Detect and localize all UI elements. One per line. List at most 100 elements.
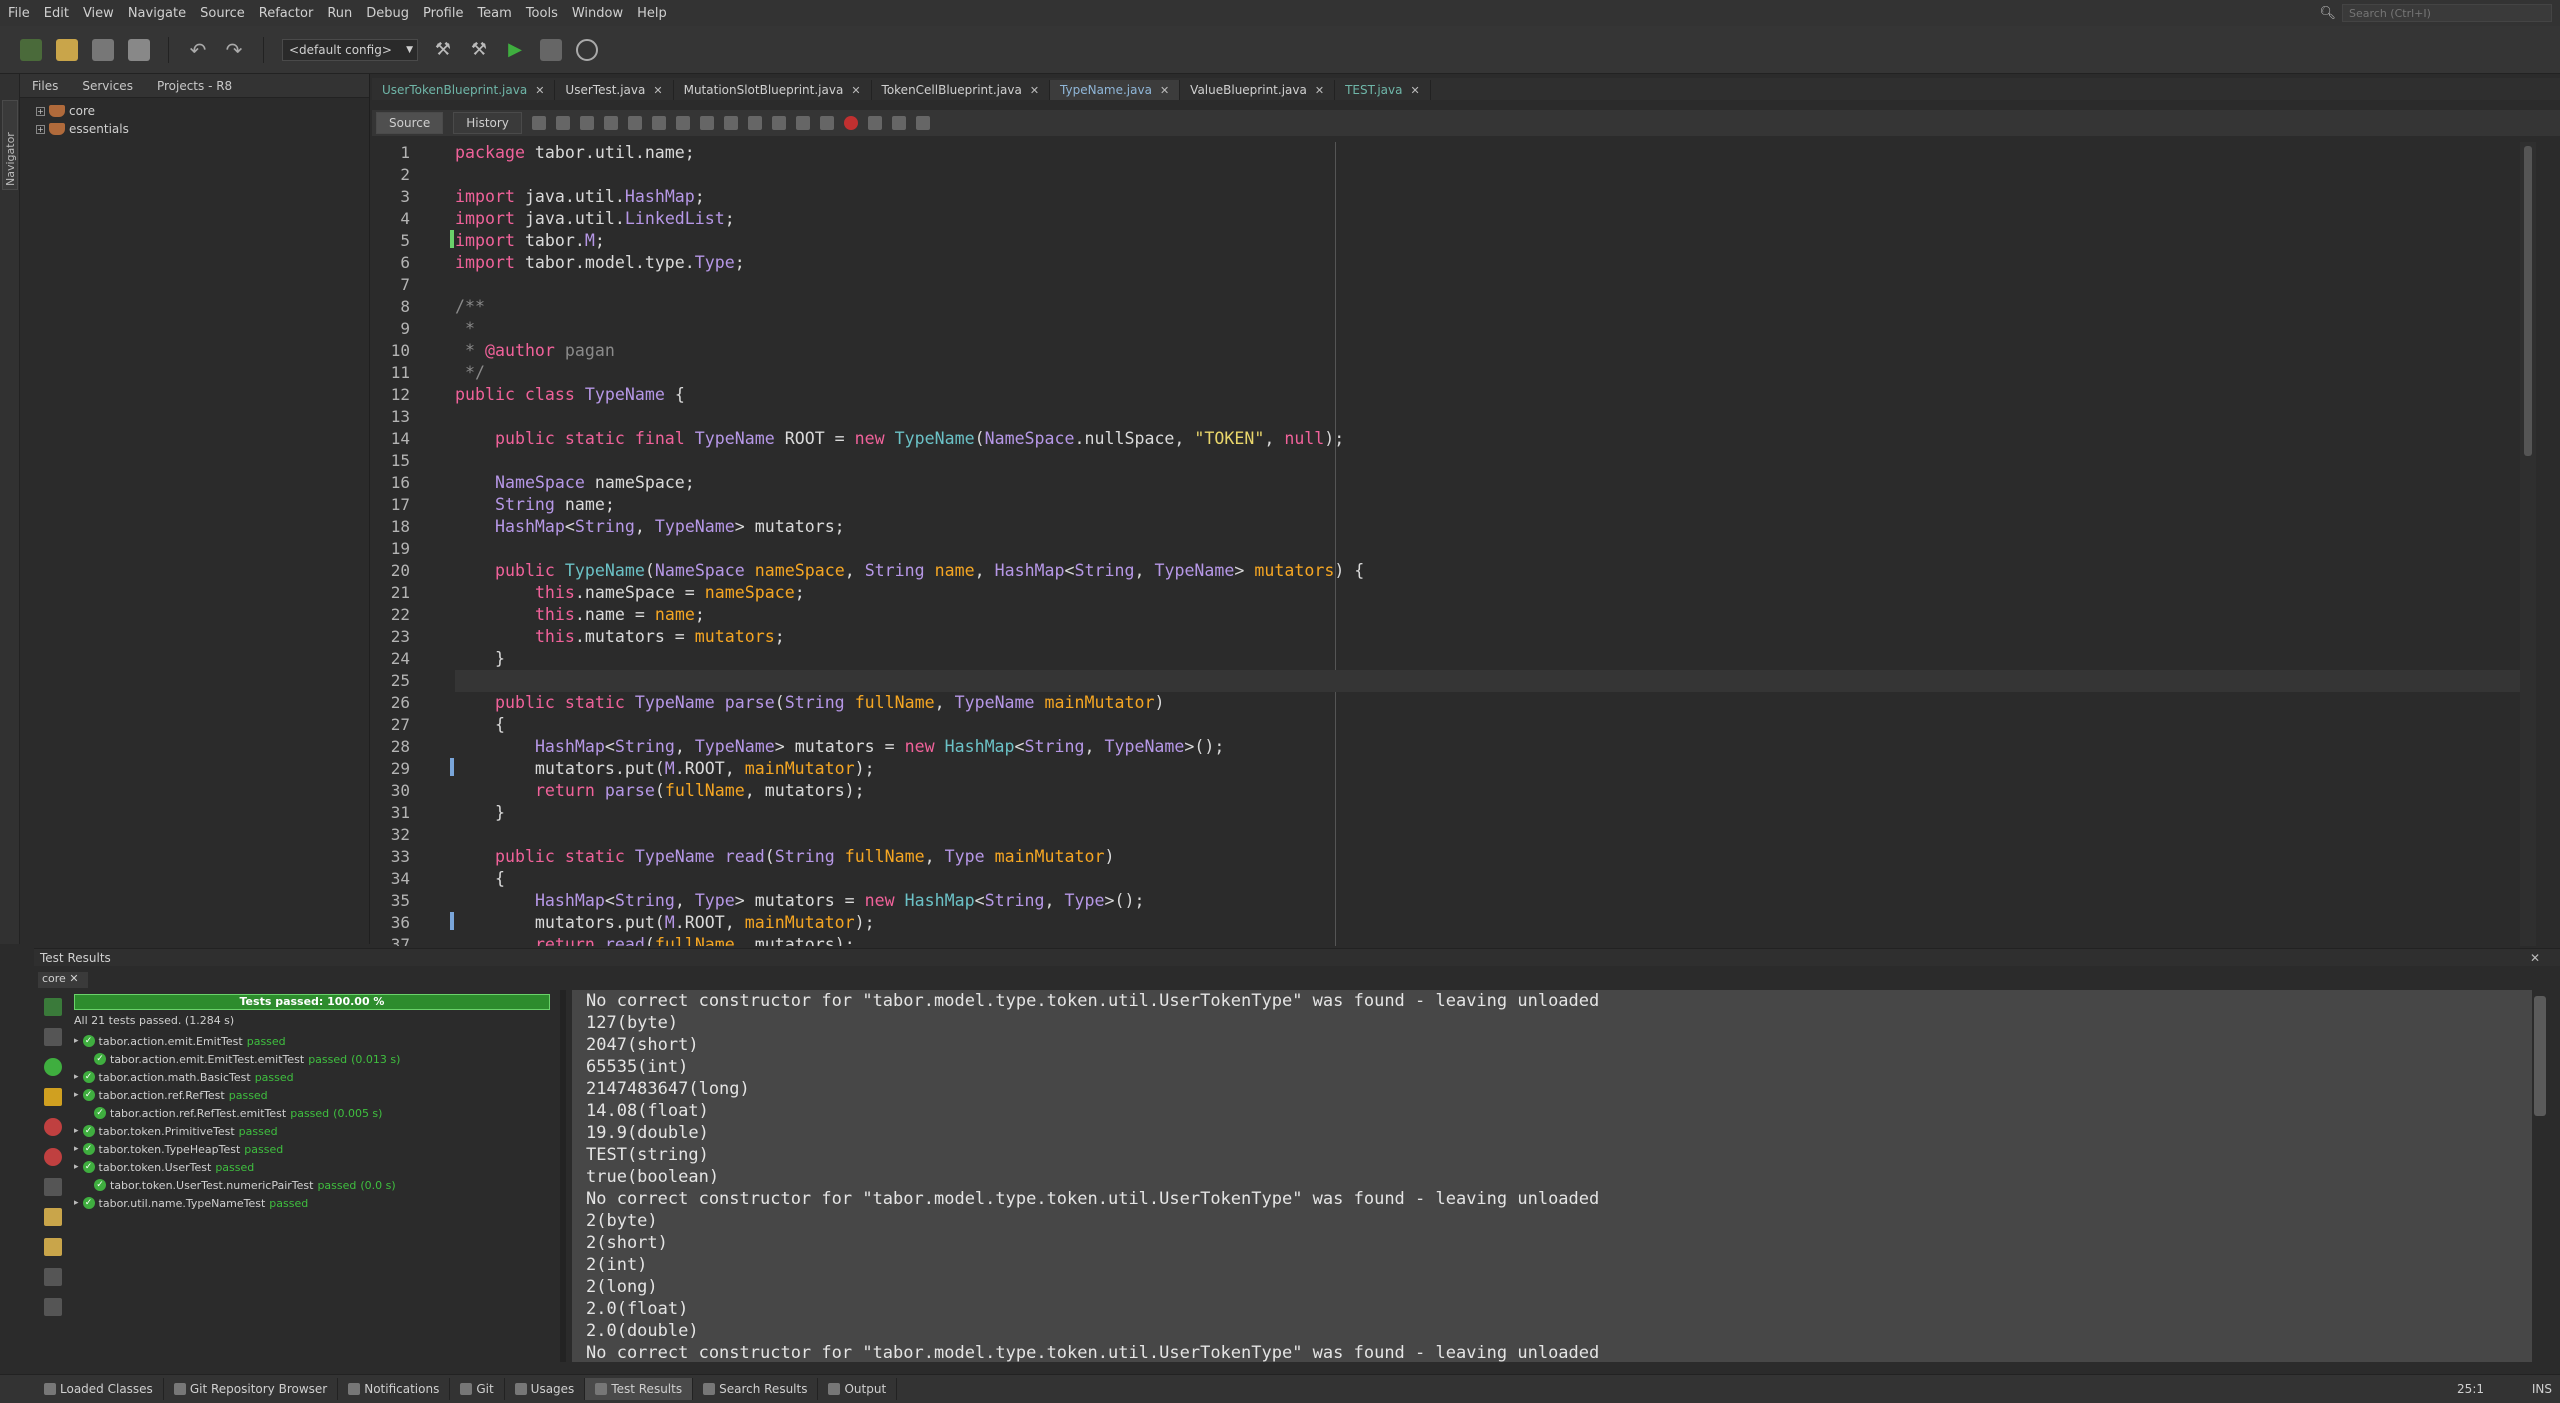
editor-tab[interactable]: TypeName.java ✕ [1050, 80, 1181, 100]
expand-icon[interactable]: ▸ [74, 1072, 79, 1082]
menu-debug[interactable]: Debug [366, 6, 419, 21]
menu-refactor[interactable]: Refactor [259, 6, 324, 21]
test-row[interactable]: ▸ ✓ tabor.action.math.BasicTest passed [74, 1068, 298, 1086]
tab-history[interactable]: History [453, 112, 522, 134]
undo-icon[interactable]: ↶ [187, 39, 209, 61]
editor-tab[interactable]: UserTest.java ✕ [555, 80, 674, 100]
next-bookmark-icon[interactable] [747, 116, 762, 130]
test-output-console[interactable]: No correct constructor for "tabor.model.… [572, 990, 2532, 1362]
status-tab-output[interactable]: Output [818, 1378, 898, 1400]
profile-icon[interactable] [576, 38, 598, 61]
test-row[interactable]: ✓ tabor.token.UserTest.numericPairTest pas… [94, 1176, 396, 1194]
status-tab-usages[interactable]: Usages [505, 1378, 586, 1400]
output-scrollbar[interactable] [2534, 996, 2546, 1116]
editor-tab[interactable]: TEST.java ✕ [1335, 80, 1431, 100]
status-tab-loaded-classes[interactable]: Loaded Classes [34, 1378, 164, 1400]
code-editor[interactable]: 1 2 3 4 5 6 7 8 9 10 11 12 13 14 15 16 17 18 19 20 21 22 23 24 2… [372, 142, 2560, 946]
show-warnings-icon[interactable] [44, 1088, 62, 1106]
editor-scroll-thumb[interactable] [2524, 146, 2532, 456]
show-skipped-icon[interactable] [44, 1178, 62, 1196]
shift-left-icon[interactable] [795, 116, 810, 130]
menu-edit[interactable]: Edit [44, 6, 79, 21]
menu-tools[interactable]: Tools [526, 6, 568, 21]
config-select[interactable]: <default config> ▼ [282, 38, 418, 61]
menu-help[interactable]: Help [637, 6, 677, 21]
status-tab-notifications[interactable]: Notifications [338, 1378, 451, 1400]
status-tab-search-results[interactable]: Search Results [693, 1378, 819, 1400]
find-previous-icon[interactable] [627, 116, 642, 130]
rerun-icon[interactable] [44, 998, 62, 1016]
test-row[interactable]: ▸ ✓ tabor.action.ref.RefTest passed [74, 1086, 272, 1104]
test-row[interactable]: ▸ ✓ tabor.token.TypeHeapTest passed [74, 1140, 287, 1158]
close-icon[interactable]: ✕ [1410, 84, 1419, 97]
expand-icon[interactable]: + [36, 106, 45, 116]
status-tab-test-results[interactable]: Test Results [585, 1378, 694, 1400]
expand-icon[interactable]: ▸ [74, 1162, 79, 1172]
save-all-icon[interactable] [128, 38, 150, 61]
run-icon[interactable]: ▶ [504, 39, 526, 61]
export-icon[interactable] [44, 1298, 62, 1316]
back-icon[interactable] [555, 116, 570, 130]
menu-profile[interactable]: Profile [423, 6, 473, 21]
close-icon[interactable]: ✕ [69, 972, 78, 985]
tab-projects-r8[interactable]: Projects - R8 [145, 79, 244, 93]
build-icon[interactable]: ⚒ [432, 39, 454, 61]
menu-run[interactable]: Run [327, 6, 362, 21]
menu-team[interactable]: Team [477, 6, 521, 21]
tab-files[interactable]: Files [20, 79, 70, 93]
test-row[interactable]: ✓ tabor.action.ref.RefTest.emitTest passed… [94, 1104, 382, 1122]
close-icon[interactable]: ✕ [653, 84, 662, 97]
stop-macro-icon[interactable] [867, 116, 882, 130]
previous-failure-icon[interactable] [44, 1208, 62, 1226]
project-node-core[interactable]: + core [20, 102, 369, 120]
editor-tab[interactable]: MutationSlotBlueprint.java ✕ [674, 80, 872, 100]
test-row[interactable]: ▸ ✓ tabor.util.name.TypeNameTest passed [74, 1194, 312, 1212]
show-failed-icon[interactable] [44, 1118, 62, 1136]
project-node-essentials[interactable]: + essentials [20, 120, 369, 138]
comment-icon[interactable] [891, 116, 906, 130]
close-icon[interactable]: ✕ [1030, 84, 1039, 97]
expand-icon[interactable]: ▸ [74, 1126, 79, 1136]
close-icon[interactable]: ✕ [1160, 84, 1169, 97]
rerun-failed-icon[interactable] [44, 1028, 62, 1046]
toggle-bookmark-icon[interactable] [771, 116, 786, 130]
toggle-rect-select-icon[interactable] [699, 116, 714, 130]
settings-icon[interactable] [44, 1268, 62, 1286]
menu-window[interactable]: Window [572, 6, 633, 21]
redo-icon[interactable]: ↷ [223, 39, 245, 61]
test-row[interactable]: ▸ ✓ tabor.token.UserTest passed [74, 1158, 258, 1176]
tab-source[interactable]: Source [376, 112, 444, 134]
close-icon[interactable]: ✕ [2530, 951, 2540, 965]
find-icon[interactable] [603, 116, 618, 130]
prev-bookmark-icon[interactable] [723, 116, 738, 130]
debug-icon[interactable] [540, 38, 562, 61]
toggle-highlight-icon[interactable] [675, 116, 690, 130]
close-icon[interactable]: ✕ [1315, 84, 1324, 97]
test-row[interactable]: ▸ ✓ tabor.action.emit.EmitTest passed [74, 1032, 290, 1050]
menu-source[interactable]: Source [200, 6, 255, 21]
new-project-icon[interactable] [20, 38, 42, 61]
test-row[interactable]: ▸ ✓ tabor.token.PrimitiveTest passed [74, 1122, 282, 1140]
expand-icon[interactable]: + [36, 124, 45, 134]
search-icon[interactable]: 🔍︎ [2319, 6, 2336, 21]
expand-icon[interactable]: ▸ [74, 1144, 79, 1154]
next-failure-icon[interactable] [44, 1238, 62, 1256]
test-results-project-tab[interactable]: core ✕ [38, 972, 88, 988]
close-icon[interactable]: ✕ [851, 84, 860, 97]
uncomment-icon[interactable] [915, 116, 930, 130]
clean-build-icon[interactable]: ⚒ [468, 39, 490, 61]
menu-file[interactable]: File [8, 6, 40, 21]
expand-icon[interactable]: ▸ [74, 1090, 79, 1100]
editor-tab[interactable]: ValueBlueprint.java ✕ [1180, 80, 1336, 100]
panel-splitter[interactable] [560, 990, 566, 1362]
menu-view[interactable]: View [83, 6, 124, 21]
start-macro-icon[interactable] [843, 116, 858, 130]
search-input[interactable] [2342, 4, 2552, 22]
status-tab-git-repository-browser[interactable]: Git Repository Browser [164, 1378, 339, 1400]
menu-navigate[interactable]: Navigate [128, 6, 196, 21]
expand-icon[interactable]: ▸ [74, 1036, 79, 1046]
navigator-tab[interactable]: Navigator [2, 100, 18, 190]
editor-tab[interactable]: UserTokenBlueprint.java ✕ [372, 80, 556, 100]
status-tab-git[interactable]: Git [450, 1378, 505, 1400]
new-file-icon[interactable] [56, 38, 78, 61]
